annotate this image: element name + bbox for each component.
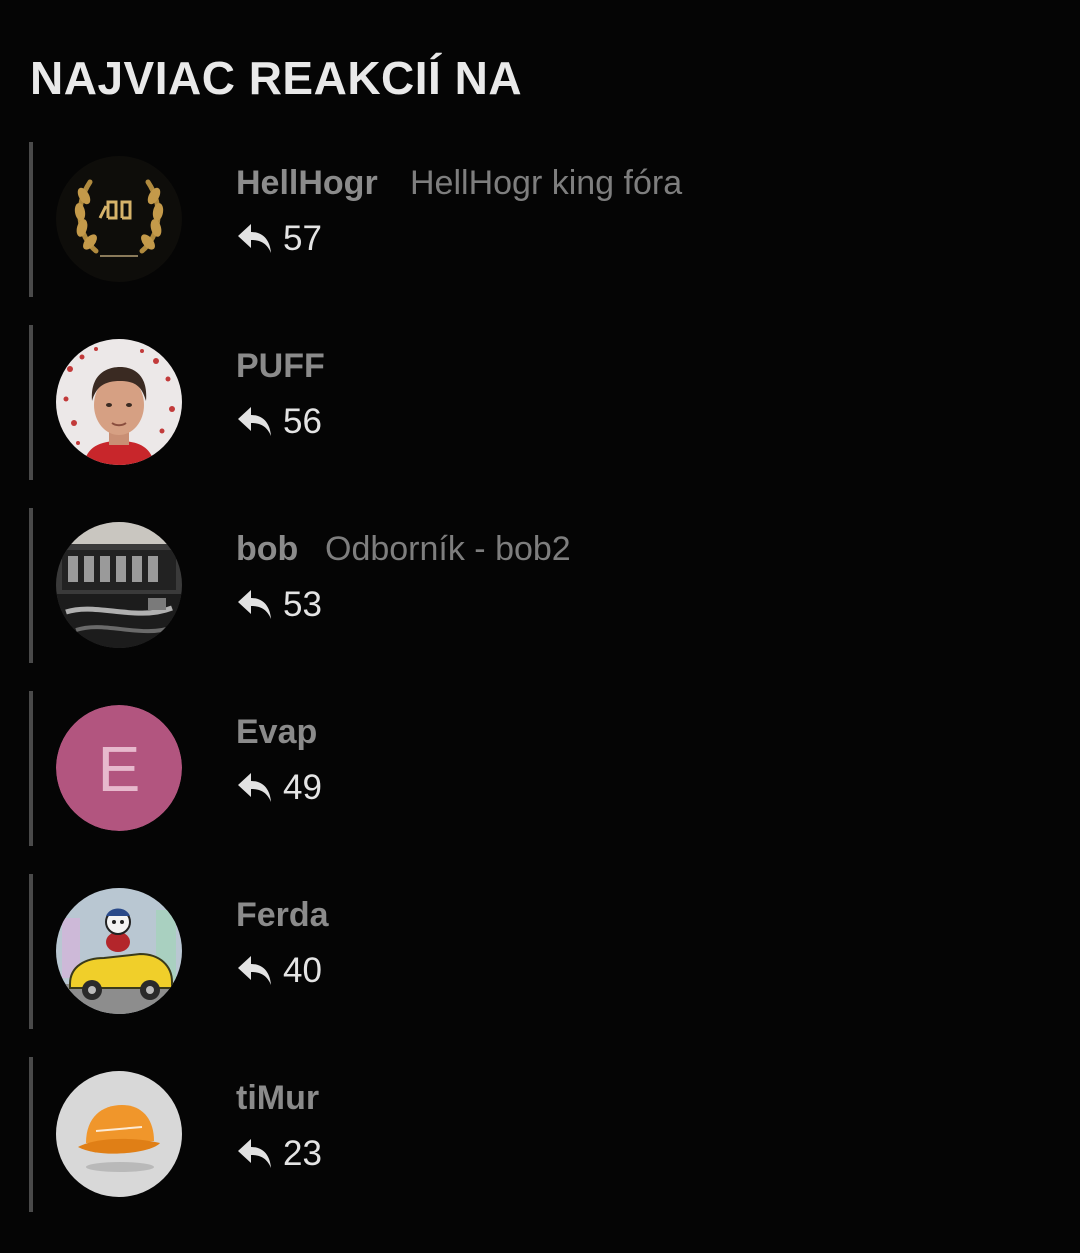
engine-photo-icon [56,522,182,648]
avatar[interactable] [56,888,182,1014]
cartoon-car-icon [56,888,182,1014]
reply-arrow-icon [238,1139,271,1168]
reply-count: 40 [283,951,322,990]
reply-count: 57 [283,219,322,258]
driver-portrait-icon [56,339,182,465]
list-item[interactable]: tiMur 23 [29,1057,1049,1212]
list-item[interactable]: PUFF 56 [29,325,1049,480]
reply-count: 49 [283,768,322,807]
user-name[interactable]: tiMur [236,1077,319,1119]
page-title: NAJVIAC REAKCIÍ NA [30,52,523,104]
avatar-initial: E [98,733,141,805]
list-item[interactable]: HellHogr HellHogr king fóra 57 [29,142,1049,297]
user-name[interactable]: PUFF [236,345,325,387]
reply-count: 56 [283,402,322,441]
reply-arrow-icon [238,956,271,985]
user-name[interactable]: Evap [236,711,317,753]
list-item[interactable]: bob Odborník - bob2 53 [29,508,1049,663]
avatar[interactable]: E [56,705,182,831]
reply-arrow-icon [238,224,271,253]
reply-count: 53 [283,585,322,624]
avatar[interactable] [56,339,182,465]
letter-avatar-icon: E [56,705,182,831]
reply-count: 23 [283,1134,322,1173]
orange-cap-icon [56,1071,182,1197]
user-title: Odborník - bob2 [325,530,571,568]
user-name[interactable]: HellHogr [236,162,378,204]
reply-arrow-icon [238,590,271,619]
user-title: HellHogr king fóra [410,164,683,202]
user-name[interactable]: Ferda [236,894,329,936]
avatar[interactable] [56,156,182,282]
avatar[interactable] [56,1071,182,1197]
top-reactions-list: HellHogr HellHogr king fóra 57 PUFF 56 b… [29,142,1049,1240]
reply-arrow-icon [238,407,271,436]
reply-arrow-icon [238,773,271,802]
avatar[interactable] [56,522,182,648]
laurel-400-icon [56,156,182,282]
user-name[interactable]: bob [236,528,298,570]
list-item[interactable]: E Evap 49 [29,691,1049,846]
list-item[interactable]: Ferda 40 [29,874,1049,1029]
